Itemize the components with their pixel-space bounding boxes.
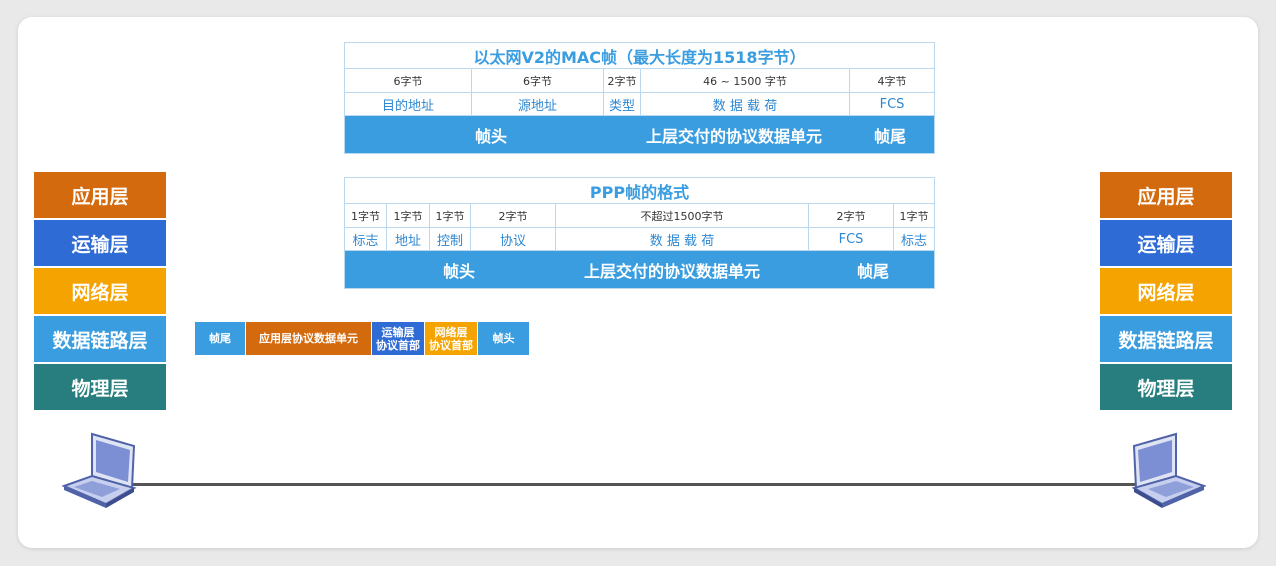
mac-field-fcs: FCS xyxy=(848,92,936,116)
right-transport-layer: 运输层 xyxy=(1100,220,1232,266)
right-datalink-layer: 数据链路层 xyxy=(1100,316,1232,362)
ppp-size-flag-end: 1字节 xyxy=(893,203,935,228)
ppp-size-flag: 1字节 xyxy=(344,203,387,228)
mac-size-fcs: 4字节 xyxy=(848,68,936,93)
right-physical-layer: 物理层 xyxy=(1100,364,1232,410)
left-application-layer: 应用层 xyxy=(34,172,166,218)
ppp-size-protocol: 2字节 xyxy=(470,203,556,228)
mac-size-type: 2字节 xyxy=(603,68,641,93)
mac-field-dest: 目的地址 xyxy=(344,92,472,116)
encap-application-pdu: 应用层协议数据单元 xyxy=(246,322,372,355)
mac-frame-bar: 帧头 上层交付的协议数据单元 帧尾 xyxy=(343,115,936,154)
encapsulated-frame: 帧尾 应用层协议数据单元 运输层 协议首部 网络层 协议首部 帧头 xyxy=(195,322,529,355)
mac-frame-table: 以太网V2的MAC帧（最大长度为1518字节） 6字节 6字节 2字节 46 ~… xyxy=(343,42,936,154)
mac-frame-title: 以太网V2的MAC帧（最大长度为1518字节） xyxy=(343,42,936,69)
ppp-frame-title: PPP帧的格式 xyxy=(344,177,935,204)
ppp-field-fcs: FCS xyxy=(808,227,894,251)
encap-network-header: 网络层 协议首部 xyxy=(425,322,478,355)
mac-field-src: 源地址 xyxy=(471,92,604,116)
ppp-frame-table: PPP帧的格式 1字节 1字节 1字节 2字节 不超过1500字节 2字节 1字… xyxy=(344,177,935,289)
ppp-size-fcs: 2字节 xyxy=(808,203,894,228)
left-protocol-stack: 应用层 运输层 网络层 数据链路层 物理层 xyxy=(34,172,166,412)
right-protocol-stack: 应用层 运输层 网络层 数据链路层 物理层 xyxy=(1100,172,1232,412)
ppp-size-payload: 不超过1500字节 xyxy=(555,203,809,228)
mac-size-payload: 46 ~ 1500 字节 xyxy=(640,68,850,93)
mac-field-payload: 数 据 载 荷 xyxy=(640,92,850,116)
right-laptop-icon xyxy=(1131,432,1206,508)
ppp-field-flag: 标志 xyxy=(344,227,387,251)
left-physical-layer: 物理层 xyxy=(34,364,166,410)
ppp-field-protocol: 协议 xyxy=(470,227,556,251)
network-link xyxy=(130,483,1140,486)
ppp-size-control: 1字节 xyxy=(429,203,471,228)
mac-bar-trailer: 帧尾 xyxy=(874,126,907,146)
ppp-field-control: 控制 xyxy=(429,227,471,251)
left-transport-layer: 运输层 xyxy=(34,220,166,266)
encap-transport-header: 运输层 协议首部 xyxy=(372,322,425,355)
left-network-layer: 网络层 xyxy=(34,268,166,314)
ppp-bar-payload: 上层交付的协议数据单元 xyxy=(584,261,761,281)
mac-size-dest: 6字节 xyxy=(344,68,472,93)
mac-bar-payload: 上层交付的协议数据单元 xyxy=(646,126,823,146)
left-laptop-icon xyxy=(62,432,137,508)
ppp-bar-header: 帧头 xyxy=(443,261,476,281)
encap-frame-header: 帧头 xyxy=(478,322,529,355)
mac-field-type: 类型 xyxy=(603,92,641,116)
ppp-size-address: 1字节 xyxy=(386,203,430,228)
right-application-layer: 应用层 xyxy=(1100,172,1232,218)
mac-size-src: 6字节 xyxy=(471,68,604,93)
ppp-field-flag-end: 标志 xyxy=(893,227,935,251)
ppp-frame-bar: 帧头 上层交付的协议数据单元 帧尾 xyxy=(344,250,935,289)
ppp-field-address: 地址 xyxy=(386,227,430,251)
right-network-layer: 网络层 xyxy=(1100,268,1232,314)
mac-bar-header: 帧头 xyxy=(475,126,508,146)
left-datalink-layer: 数据链路层 xyxy=(34,316,166,362)
ppp-field-payload: 数 据 载 荷 xyxy=(555,227,809,251)
encap-frame-trailer: 帧尾 xyxy=(195,322,246,355)
ppp-bar-trailer: 帧尾 xyxy=(857,261,890,281)
